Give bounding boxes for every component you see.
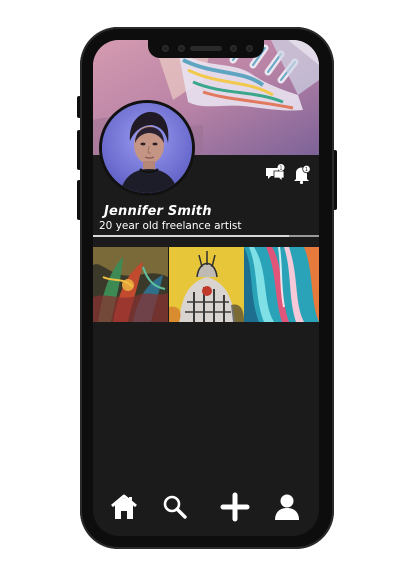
- nav-add[interactable]: [220, 492, 250, 522]
- notch-speaker: [190, 46, 222, 51]
- artwork-image: [168, 247, 244, 322]
- notifications-icon: 1: [294, 164, 311, 184]
- stage: 1 1 Jennifer Smith 20 year old freelance…: [0, 0, 410, 570]
- messages-button[interactable]: 1: [265, 164, 287, 184]
- notch-dot: [162, 45, 169, 52]
- profile-icon: [275, 494, 299, 520]
- profile-divider: [93, 235, 319, 237]
- profile-name: Jennifer Smith: [104, 204, 212, 219]
- bottom-navigation: [93, 488, 319, 528]
- nav-search[interactable]: [162, 494, 188, 520]
- artwork-thumbnail[interactable]: [244, 247, 319, 322]
- artwork-thumbnail[interactable]: [168, 247, 244, 322]
- artwork-image: [93, 247, 168, 322]
- notifications-button[interactable]: 1: [291, 164, 313, 184]
- search-icon: [163, 495, 187, 519]
- avatar-portrait: [102, 103, 192, 193]
- profile-bio: 20 year old freelance artist: [99, 220, 242, 232]
- app-screen: 1 1 Jennifer Smith 20 year old freelance…: [93, 40, 319, 536]
- home-icon: [111, 494, 137, 519]
- add-icon: [220, 492, 250, 522]
- phone-notch: [148, 40, 264, 58]
- profile-avatar[interactable]: [99, 100, 195, 196]
- notch-dot: [246, 45, 253, 52]
- nav-profile[interactable]: [272, 492, 302, 522]
- nav-home[interactable]: [109, 492, 139, 522]
- notch-dot: [178, 45, 185, 52]
- artwork-thumbnail[interactable]: [93, 247, 168, 322]
- artwork-image: [244, 247, 319, 322]
- svg-text:1: 1: [305, 167, 308, 173]
- artwork-gallery: [93, 247, 319, 322]
- svg-text:1: 1: [279, 165, 282, 171]
- messages-icon: 1: [266, 164, 285, 182]
- notch-dot: [230, 45, 237, 52]
- profile-divider-shade: [289, 235, 319, 237]
- avatar-photo: [102, 103, 192, 193]
